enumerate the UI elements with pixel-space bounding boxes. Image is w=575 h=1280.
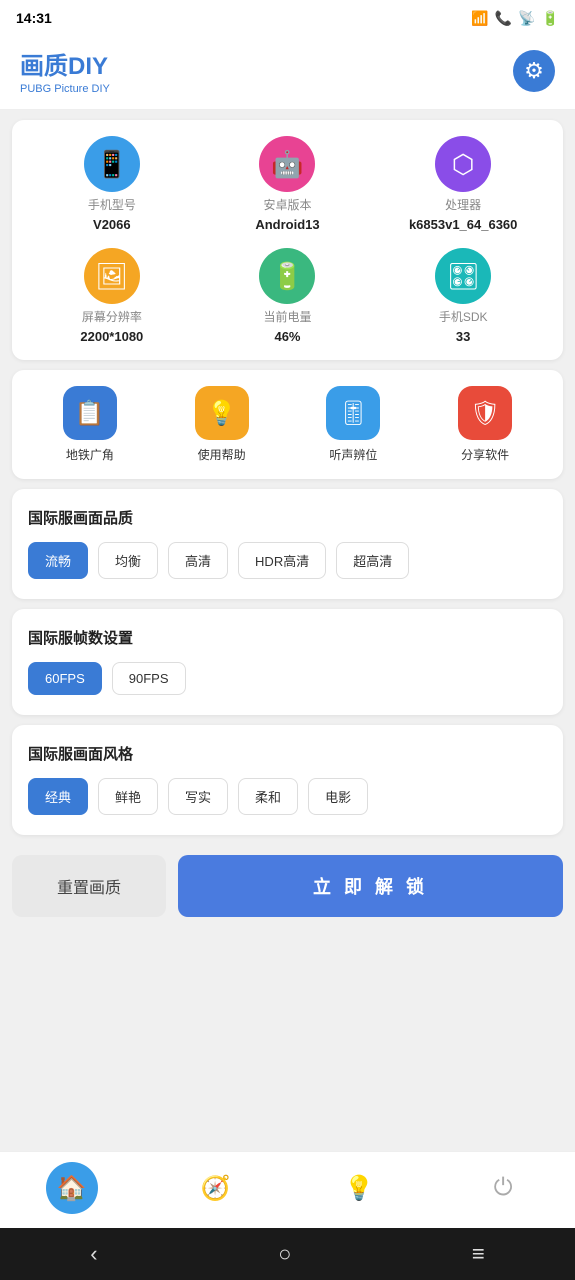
device-item-sdk: 🎛 手机SDK 33	[379, 248, 547, 344]
quality-smooth-button[interactable]: 流畅	[28, 542, 88, 579]
tab-home[interactable]: 🏠	[46, 1162, 98, 1214]
quality-ultrahd-button[interactable]: 超高清	[336, 542, 409, 579]
reset-button[interactable]: 重置画质	[12, 855, 166, 917]
bulb-icon: 💡	[344, 1174, 374, 1203]
signal-icon: 📶	[471, 10, 488, 27]
compass-icon: 🧭	[201, 1174, 231, 1203]
status-icons: 📶 📞 📡 🔋	[471, 10, 559, 27]
resolution-value: 2200*1080	[80, 329, 143, 344]
quick-actions-card: 📋 地铁广角 💡 使用帮助 🎚 听声辨位 🛡 分享软件	[12, 370, 563, 479]
android-value: Android13	[255, 217, 319, 232]
style-soft-button[interactable]: 柔和	[238, 778, 298, 815]
status-time: 14:31	[16, 10, 52, 26]
help-icon: 💡	[195, 386, 249, 440]
cpu-label: 处理器	[445, 196, 481, 213]
style-vivid-button[interactable]: 鲜艳	[98, 778, 158, 815]
device-item-model: 📱 手机型号 V2066	[28, 136, 196, 232]
nav-back-button[interactable]: ‹	[90, 1241, 97, 1267]
quality-hdr-button[interactable]: HDR高清	[238, 542, 326, 579]
power-icon: ⏻	[494, 1174, 513, 1202]
action-share-label: 分享软件	[461, 446, 509, 463]
style-realistic-button[interactable]: 写实	[168, 778, 228, 815]
unlock-button[interactable]: 立 即 解 锁	[178, 855, 563, 917]
device-item-android: 🤖 安卓版本 Android13	[204, 136, 372, 232]
resolution-label: 屏幕分辨率	[82, 308, 142, 325]
tab-bar: 🏠 🧭 💡 ⏻	[0, 1151, 575, 1228]
device-item-cpu: ⬡ 处理器 k6853v1_64_6360	[379, 136, 547, 232]
tab-tips[interactable]: 💡	[333, 1162, 385, 1214]
fps-options: 60FPS 90FPS	[28, 662, 547, 695]
share-icon: 🛡	[458, 386, 512, 440]
app-subtitle: PUBG Picture DIY	[20, 83, 110, 95]
home-icon: 🏠	[57, 1174, 87, 1203]
nav-menu-button[interactable]: ≡	[472, 1241, 485, 1267]
device-item-resolution: 🖼 屏幕分辨率 2200*1080	[28, 248, 196, 344]
tab-explore[interactable]: 🧭	[190, 1162, 242, 1214]
fps-section: 国际服帧数设置 60FPS 90FPS	[12, 609, 563, 715]
phone-model-value: V2066	[93, 217, 131, 232]
action-audio-label: 听声辨位	[329, 446, 377, 463]
battery-icon: 🔋	[542, 10, 559, 27]
quality-title: 国际服画面品质	[28, 507, 547, 528]
cpu-icon: ⬡	[435, 136, 491, 192]
action-subway-label: 地铁广角	[66, 446, 114, 463]
app-header: 画质DIY PUBG Picture DIY ⚙	[0, 36, 575, 110]
android-icon: 🤖	[259, 136, 315, 192]
nav-home-button[interactable]: ○	[278, 1241, 291, 1267]
actions-grid: 📋 地铁广角 💡 使用帮助 🎚 听声辨位 🛡 分享软件	[28, 386, 547, 463]
phone-model-label: 手机型号	[88, 196, 136, 213]
quality-balanced-button[interactable]: 均衡	[98, 542, 158, 579]
cpu-value: k6853v1_64_6360	[409, 217, 517, 232]
header-title-block: 画质DIY PUBG Picture DIY	[20, 46, 110, 95]
battery-value: 46%	[274, 329, 300, 344]
audio-icon: 🎚	[326, 386, 380, 440]
action-help[interactable]: 💡 使用帮助	[160, 386, 284, 463]
call-icon: 📞	[495, 10, 512, 27]
wifi-icon: 📡	[518, 10, 535, 27]
phone-model-icon: 📱	[84, 136, 140, 192]
settings-button[interactable]: ⚙	[513, 50, 555, 92]
action-share[interactable]: 🛡 分享软件	[423, 386, 547, 463]
device-item-battery: 🔋 当前电量 46%	[204, 248, 372, 344]
fps-60-button[interactable]: 60FPS	[28, 662, 102, 695]
style-classic-button[interactable]: 经典	[28, 778, 88, 815]
sdk-label: 手机SDK	[439, 308, 488, 325]
quality-hd-button[interactable]: 高清	[168, 542, 228, 579]
sdk-icon: 🎛	[435, 248, 491, 304]
fps-title: 国际服帧数设置	[28, 627, 547, 648]
bottom-buttons: 重置画质 立 即 解 锁	[12, 855, 563, 917]
battery-level-icon: 🔋	[259, 248, 315, 304]
style-movie-button[interactable]: 电影	[308, 778, 368, 815]
quality-section: 国际服画面品质 流畅 均衡 高清 HDR高清 超高清	[12, 489, 563, 599]
fps-90-button[interactable]: 90FPS	[112, 662, 186, 695]
android-label: 安卓版本	[263, 196, 311, 213]
action-subway[interactable]: 📋 地铁广角	[28, 386, 152, 463]
quality-options: 流畅 均衡 高清 HDR高清 超高清	[28, 542, 547, 579]
system-nav-bar: ‹ ○ ≡	[0, 1228, 575, 1280]
action-help-label: 使用帮助	[198, 446, 246, 463]
subway-icon: 📋	[63, 386, 117, 440]
gear-icon: ⚙	[524, 58, 544, 84]
device-grid: 📱 手机型号 V2066 🤖 安卓版本 Android13 ⬡ 处理器 k685…	[28, 136, 547, 344]
style-options: 经典 鲜艳 写实 柔和 电影	[28, 778, 547, 815]
style-title: 国际服画面风格	[28, 743, 547, 764]
style-section: 国际服画面风格 经典 鲜艳 写实 柔和 电影	[12, 725, 563, 835]
tab-power[interactable]: ⏻	[477, 1162, 529, 1214]
status-bar: 14:31 📶 📞 📡 🔋	[0, 0, 575, 36]
battery-label: 当前电量	[263, 308, 311, 325]
resolution-icon: 🖼	[84, 248, 140, 304]
device-info-card: 📱 手机型号 V2066 🤖 安卓版本 Android13 ⬡ 处理器 k685…	[12, 120, 563, 360]
sdk-value: 33	[456, 329, 470, 344]
action-audio[interactable]: 🎚 听声辨位	[292, 386, 416, 463]
app-title: 画质DIY	[20, 46, 110, 81]
